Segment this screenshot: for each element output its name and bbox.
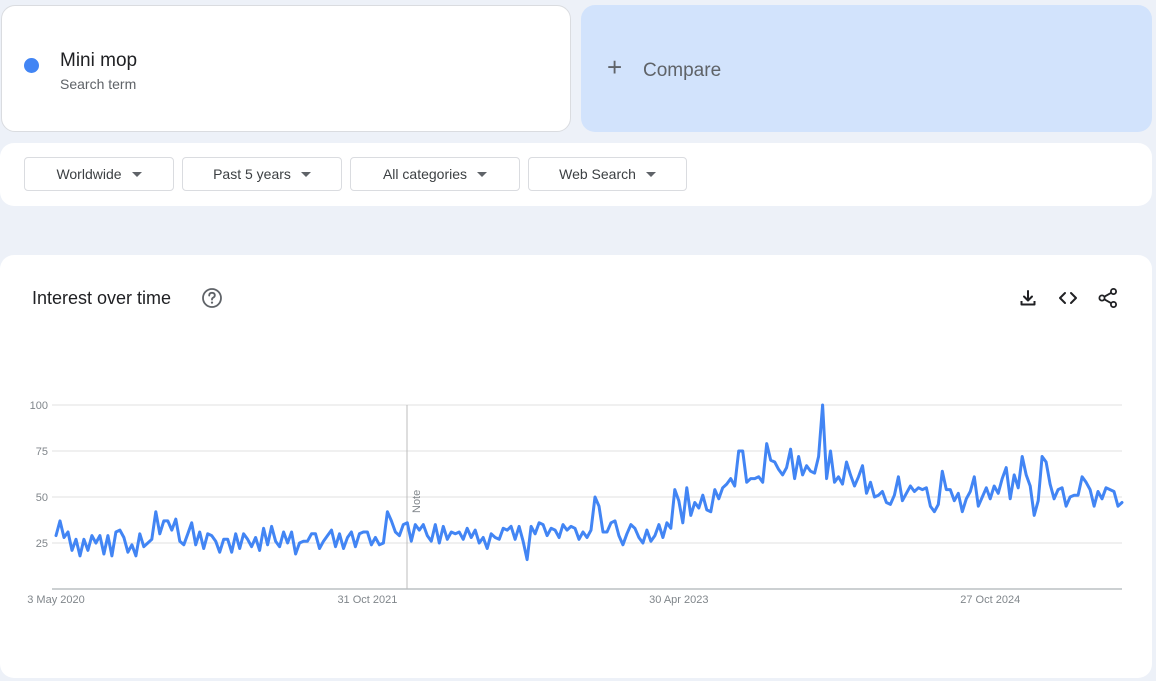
series-color-dot (24, 58, 39, 73)
interest-over-time-card: 100 75 50 25 3 May 2020 31 Oct 2021 30 Apr 202… (0, 255, 1152, 678)
note-marker-label: Note (411, 490, 423, 513)
location-filter-dropdown[interactable]: Worldwide (24, 157, 174, 191)
x-tick-label: 27 Oct 2024 (960, 594, 1020, 606)
download-icon[interactable] (1017, 287, 1039, 309)
y-tick-label-25: 25 (36, 538, 48, 550)
location-filter-label: Worldwide (56, 166, 122, 182)
category-filter-label: All categories (382, 166, 468, 182)
category-filter-dropdown[interactable]: All categories (350, 157, 520, 191)
time-range-filter-label: Past 5 years (213, 166, 291, 182)
caret-down-icon (131, 171, 142, 177)
plus-icon: + (607, 52, 623, 82)
filter-bar: Worldwide Past 5 years All categories We… (0, 143, 1152, 206)
search-term-subtitle: Search term (60, 76, 137, 92)
y-tick-label-75: 75 (36, 446, 48, 458)
search-term-name[interactable]: Mini mop (60, 50, 137, 72)
search-type-filter-dropdown[interactable]: Web Search (528, 157, 687, 191)
y-tick-label-100: 100 (30, 400, 48, 412)
x-tick-label: 31 Oct 2021 (337, 594, 397, 606)
caret-down-icon (300, 171, 311, 177)
embed-icon[interactable] (1057, 287, 1079, 309)
series-line-mini-mop (54, 403, 1124, 562)
x-tick-label: 30 Apr 2023 (649, 594, 708, 606)
share-icon[interactable] (1097, 287, 1119, 309)
caret-down-icon (477, 171, 488, 177)
search-type-filter-label: Web Search (559, 166, 636, 182)
interest-over-time-chart: 100 75 50 25 3 May 2020 31 Oct 2021 30 Apr 202… (27, 400, 1124, 606)
compare-label: Compare (643, 60, 722, 81)
search-term-card[interactable]: Mini mop Search term (1, 5, 571, 132)
compare-button[interactable]: + Compare (581, 5, 1152, 132)
chart-title: Interest over time (32, 288, 172, 308)
help-icon[interactable] (201, 287, 223, 309)
caret-down-icon (645, 171, 656, 177)
x-tick-label: 3 May 2020 (27, 594, 84, 606)
y-tick-label-50: 50 (36, 492, 48, 504)
time-range-filter-dropdown[interactable]: Past 5 years (182, 157, 342, 191)
